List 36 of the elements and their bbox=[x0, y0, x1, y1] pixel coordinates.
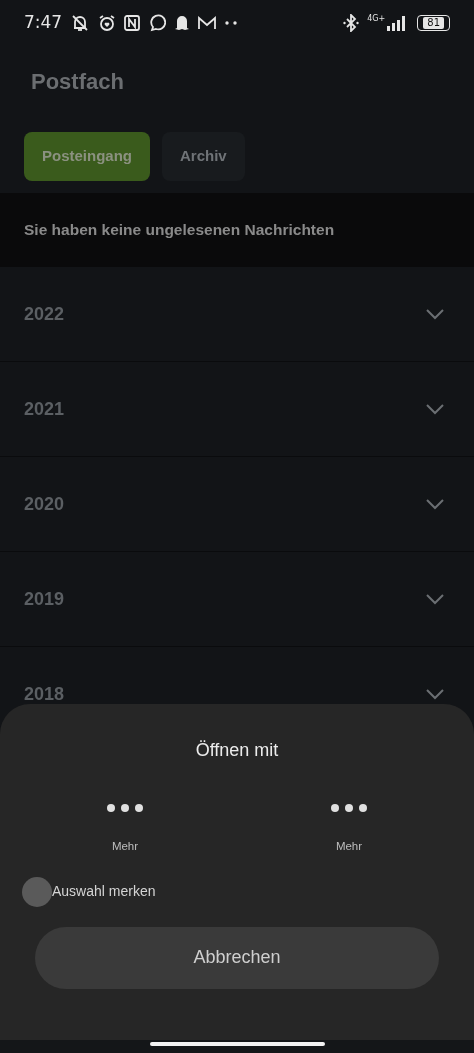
chat-icon bbox=[148, 13, 167, 32]
bluetooth-icon bbox=[343, 13, 360, 32]
nfc-icon bbox=[124, 14, 141, 31]
chevron-icon bbox=[426, 688, 444, 700]
checkbox[interactable] bbox=[22, 876, 52, 907]
year-label: 2021 bbox=[24, 397, 65, 421]
clock-time: 7:47 bbox=[24, 10, 63, 34]
year-label: 2022 bbox=[24, 302, 65, 326]
year-label: 2020 bbox=[24, 492, 65, 516]
chevron-icon bbox=[426, 498, 444, 510]
chevron-icon bbox=[426, 403, 444, 415]
year-row[interactable]: 2021 bbox=[0, 362, 474, 457]
year-row[interactable]: 2022 bbox=[0, 267, 474, 362]
more-icon bbox=[329, 801, 369, 814]
sheet-title: Öffnen mit bbox=[194, 739, 280, 762]
mail-icon bbox=[198, 15, 217, 30]
more-icon bbox=[105, 801, 145, 814]
app-option[interactable]: Mehr bbox=[25, 801, 225, 855]
year-label: 2019 bbox=[24, 587, 65, 611]
tab[interactable]: Posteingang bbox=[24, 132, 150, 181]
year-row[interactable]: 2019 bbox=[0, 552, 474, 647]
year-label: 2018 bbox=[24, 682, 65, 706]
alarm-icon bbox=[98, 13, 117, 32]
year-row[interactable]: 2020 bbox=[0, 457, 474, 552]
page-title: Postfach bbox=[30, 68, 125, 96]
empty-message: Sie haben keine ungelesenen Nachrichten bbox=[24, 220, 335, 241]
chevron-icon bbox=[426, 308, 444, 320]
dots-icon bbox=[224, 19, 239, 26]
battery-indicator: 81 bbox=[417, 14, 450, 31]
network-label: 4G+ bbox=[367, 14, 386, 23]
chevron-icon bbox=[426, 593, 444, 605]
cancel-button[interactable]: Abbrechen bbox=[35, 926, 439, 989]
checkbox-label: Auswahl merken bbox=[52, 882, 156, 902]
ghost-icon bbox=[174, 14, 191, 31]
tab[interactable]: Archiv bbox=[162, 132, 245, 181]
app-option[interactable]: Mehr bbox=[249, 801, 449, 855]
